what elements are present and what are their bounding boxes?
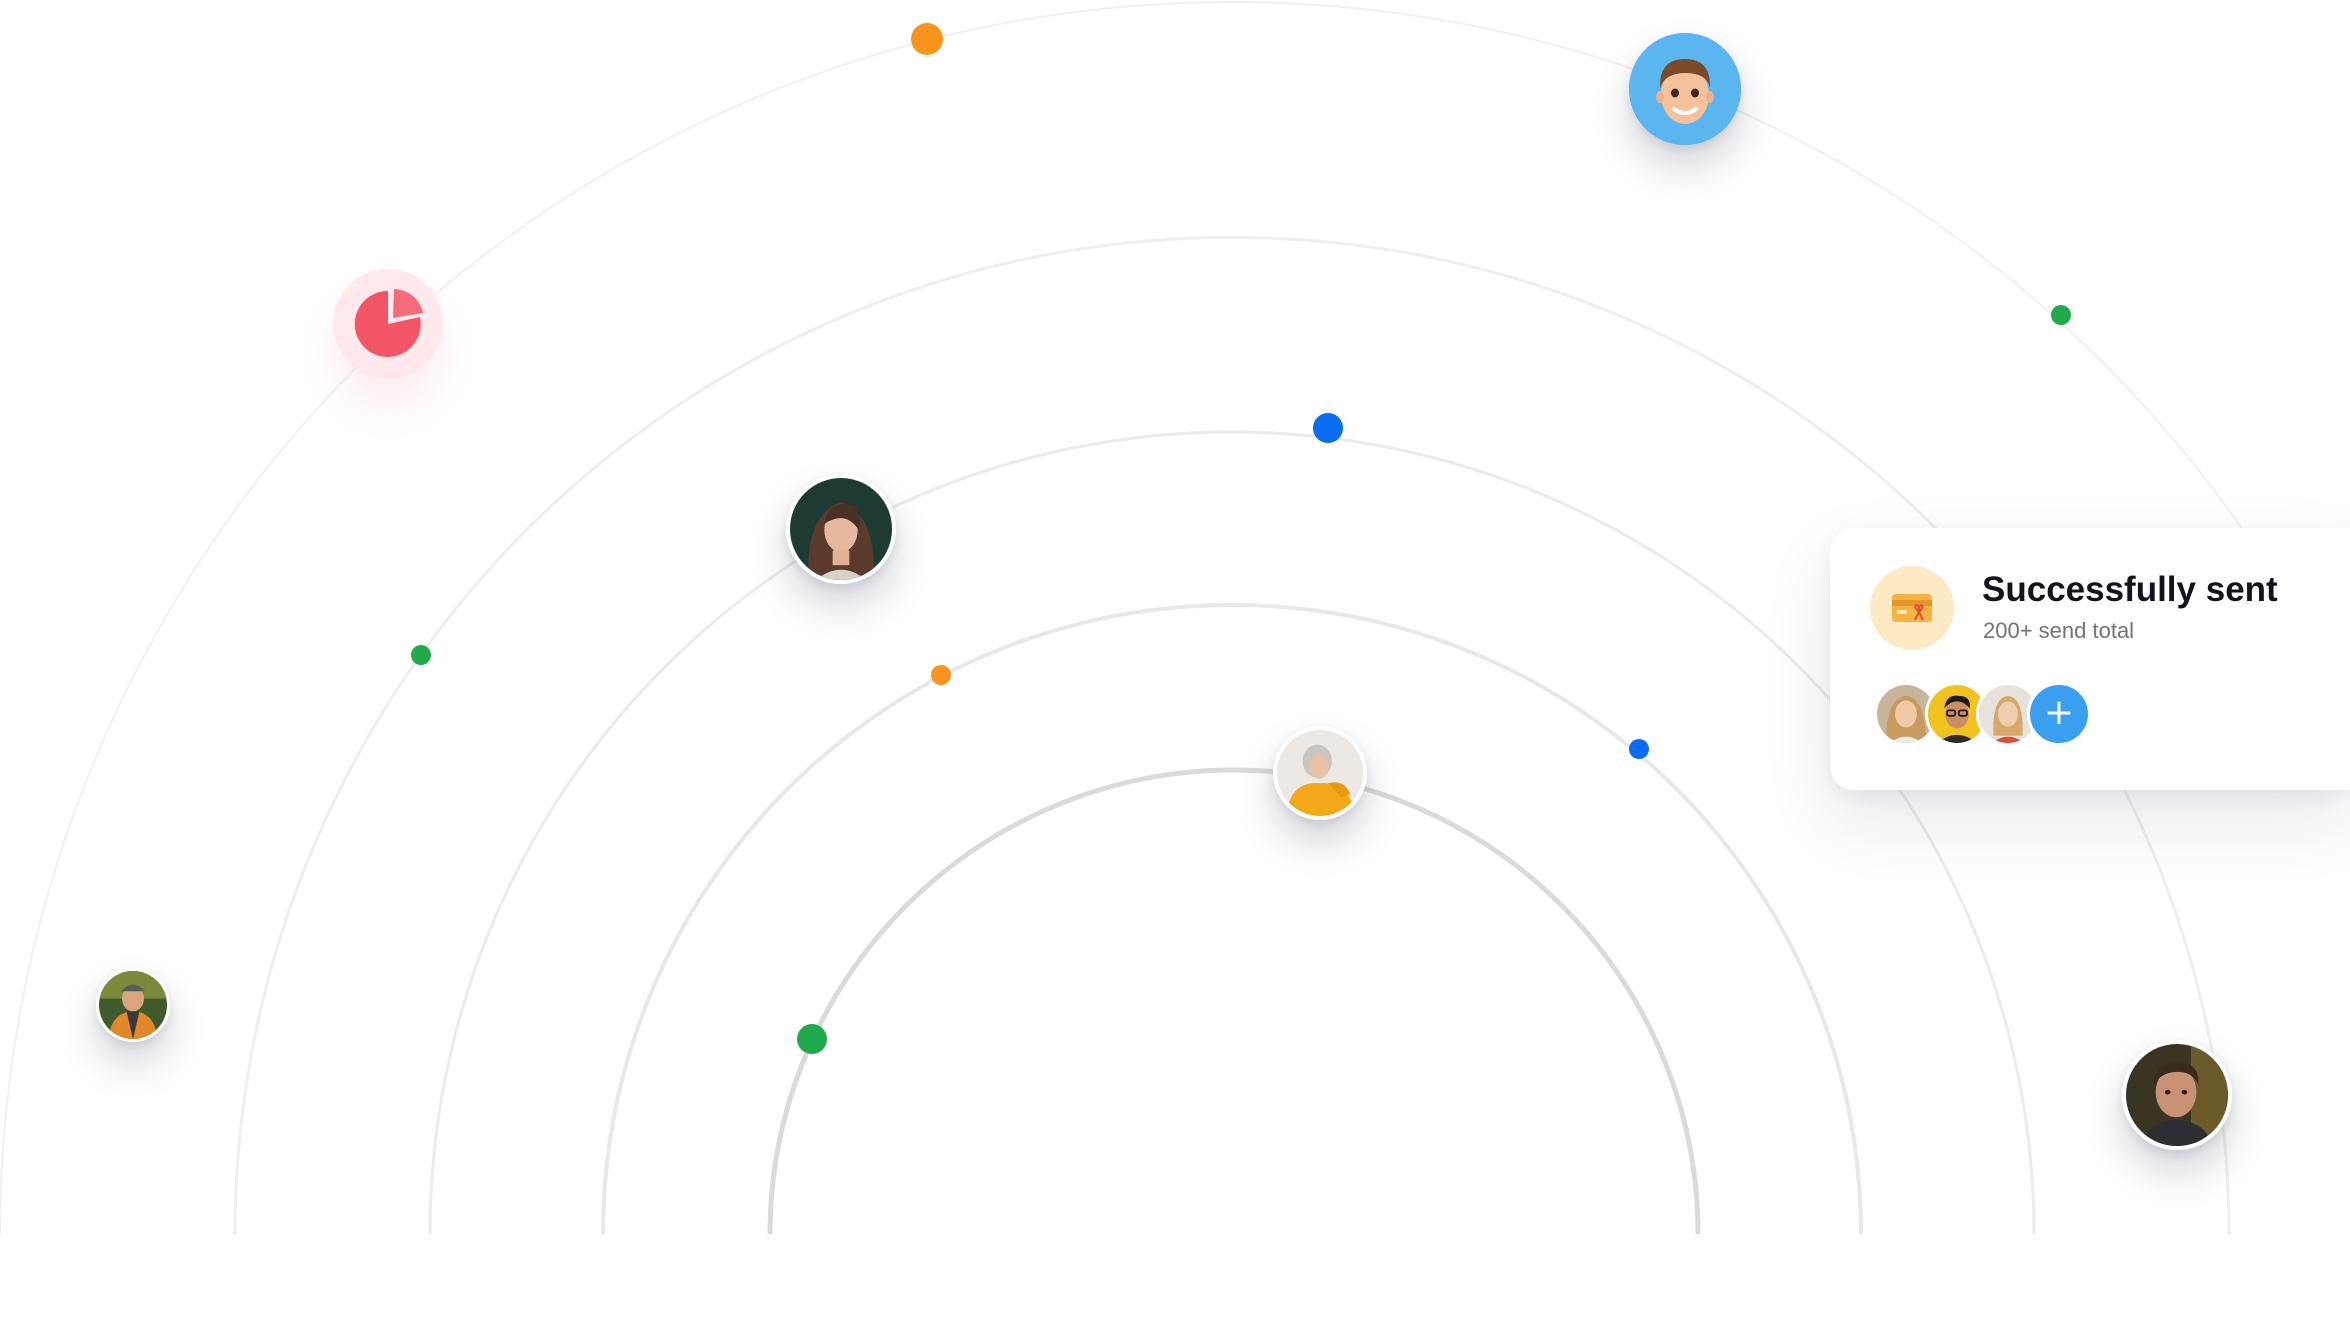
orbit-ring-3: [428, 430, 2036, 1235]
green-dot: [411, 645, 431, 665]
notification-subtitle: 200+ send total: [1983, 618, 2135, 643]
orange-dot: [931, 665, 951, 685]
orbit-illustration: Successfully sent 200+ send total +: [0, 0, 2350, 1332]
gift-card-icon: [1892, 594, 1932, 622]
avatar: [96, 968, 170, 1042]
plus-icon: +: [2043, 692, 2075, 733]
avatar: [786, 474, 896, 584]
notification-card: Successfully sent 200+ send total +: [1830, 528, 2350, 790]
add-button[interactable]: +: [2027, 682, 2091, 746]
pie-chart-icon: [354, 289, 423, 357]
avatar: [1629, 33, 1741, 145]
avatar: [1273, 726, 1367, 820]
orange-dot: [911, 23, 943, 55]
orbit-ring-2: [601, 603, 1863, 1235]
green-dot: [797, 1024, 827, 1054]
gift-card-icon-badge: [1870, 566, 1954, 650]
blue-dot: [1629, 739, 1649, 759]
avatar: [2122, 1040, 2232, 1150]
green-dot: [2051, 305, 2071, 325]
orbit-ring-inner: [767, 767, 1701, 1235]
notification-title: Successfully sent: [1982, 570, 2278, 609]
blue-dot: [1313, 413, 1343, 443]
pie-chart-badge: [333, 269, 443, 379]
